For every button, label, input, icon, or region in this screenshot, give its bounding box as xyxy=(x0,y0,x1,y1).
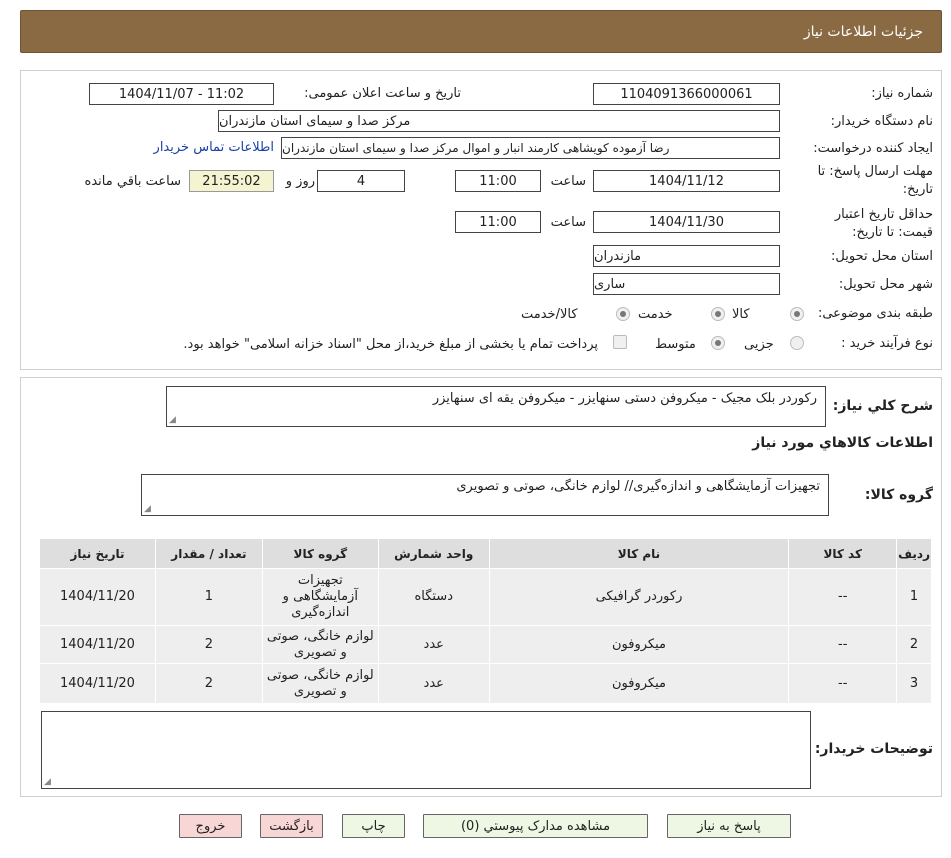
print-button[interactable]: چاپ xyxy=(342,814,405,838)
back-button[interactable]: بازگشت xyxy=(260,814,323,838)
cell-goods-group: لوازم خانگی، صوتی و تصویری xyxy=(261,625,379,664)
goods-table: رديف کد کالا نام کالا واحد شمارش گروه کا… xyxy=(39,538,932,704)
deadline-time-field: 11:00 xyxy=(455,170,541,192)
cell-item-code: -- xyxy=(788,625,898,664)
announce-datetime-field: 1404/11/07 - 11:02 xyxy=(89,83,274,105)
col-header-item-name: نام کالا xyxy=(488,538,790,569)
remaining-time-field: 21:55:02 xyxy=(189,170,274,192)
cell-item-name: میکروفون xyxy=(488,625,790,664)
goods-group-label: گروه کالا: xyxy=(864,487,933,503)
category-option-goods: کالا xyxy=(732,307,750,322)
cell-goods-group: لوازم خانگی، صوتی و تصویری xyxy=(261,663,379,704)
cell-need-date: 1404/11/20 xyxy=(39,625,156,664)
page-title: جزئیات اطلاعات نیاز xyxy=(803,23,923,40)
col-header-row-number: رديف xyxy=(896,538,932,569)
province-field: مازندران xyxy=(593,245,780,267)
days-label: روز و xyxy=(285,174,315,189)
process-radio-minor[interactable] xyxy=(790,336,804,350)
need-number-field: 1104091366000061 xyxy=(593,83,780,105)
deadline-label-line1: مهلت ارسال پاسخ: تا xyxy=(817,164,933,179)
resize-grip-icon: ◢ xyxy=(44,777,51,787)
resize-grip-icon: ◢ xyxy=(169,415,176,425)
cell-quantity: 2 xyxy=(154,663,263,704)
deadline-label-line2: تاریخ: xyxy=(902,182,933,197)
validity-label-line1: حداقل تاریخ اعتبار xyxy=(834,207,933,222)
requester-field: رضا آزموده کویشاهی کارمند انبار و اموال … xyxy=(281,137,780,159)
cell-need-date: 1404/11/20 xyxy=(39,663,156,704)
table-row: 3 -- میکروفون عدد لوازم خانگی، صوتی و تص… xyxy=(39,663,932,704)
remaining-label: ساعت باقي مانده xyxy=(84,174,181,189)
announce-label: تاریخ و ساعت اعلان عمومی: xyxy=(304,86,461,101)
cell-item-name: میکروفون xyxy=(488,663,790,704)
category-radio-goods-service[interactable] xyxy=(616,307,630,321)
goods-table-wrap: رديف کد کالا نام کالا واحد شمارش گروه کا… xyxy=(39,538,932,704)
treasury-note: پرداخت تمام یا بخشی از مبلغ خرید،از محل … xyxy=(183,337,598,352)
col-header-unit: واحد شمارش xyxy=(377,538,490,569)
table-row: 1 -- رکوردر گرافیکی دستگاه تجهیزات آزمای… xyxy=(39,568,932,626)
col-header-goods-group: گروه کالا xyxy=(261,538,379,569)
col-header-item-code: کد کالا xyxy=(788,538,898,569)
need-number-label: شماره نیاز: xyxy=(871,86,933,101)
buyer-notes-label: توضیحات خریدار: xyxy=(814,741,933,757)
category-option-service: خدمت xyxy=(638,307,673,322)
col-header-need-date: تاریخ نیاز xyxy=(39,538,156,569)
cell-unit: دستگاه xyxy=(377,568,490,626)
category-label: طبقه بندی موضوعی: xyxy=(817,306,933,321)
exit-button[interactable]: خروج xyxy=(179,814,242,838)
validity-time-label: ساعت xyxy=(550,215,586,230)
cell-unit: عدد xyxy=(377,663,490,704)
goods-info-title: اطلاعات کالاهاي مورد نياز xyxy=(752,435,933,451)
category-radio-goods[interactable] xyxy=(790,307,804,321)
validity-date-field: 1404/11/30 xyxy=(593,211,780,233)
deadline-time-label: ساعت xyxy=(550,174,586,189)
col-header-quantity: تعداد / مقدار xyxy=(154,538,263,569)
cell-item-code: -- xyxy=(788,568,898,626)
description-textarea[interactable]: رکوردر بلک مجیک - میکروفن دستی سنهایزر -… xyxy=(166,386,826,427)
goods-group-textarea[interactable]: تجهیزات آزمایشگاهی و اندازه‌گیری// لوازم… xyxy=(141,474,829,516)
city-field: ساری xyxy=(593,273,780,295)
category-option-goods-service: کالا/خدمت xyxy=(521,307,578,322)
category-radio-service[interactable] xyxy=(711,307,725,321)
deadline-date-field: 1404/11/12 xyxy=(593,170,780,192)
buyer-org-field: مرکز صدا و سیمای استان مازندران xyxy=(218,110,780,132)
table-header-row: رديف کد کالا نام کالا واحد شمارش گروه کا… xyxy=(39,538,932,569)
days-remaining-field: 4 xyxy=(317,170,405,192)
cell-quantity: 1 xyxy=(154,568,263,626)
cell-quantity: 2 xyxy=(154,625,263,664)
reply-to-need-button[interactable]: پاسخ به نیاز xyxy=(667,814,791,838)
cell-item-code: -- xyxy=(788,663,898,704)
cell-need-date: 1404/11/20 xyxy=(39,568,156,626)
description-label: شرح کلي نياز: xyxy=(832,398,933,414)
cell-unit: عدد xyxy=(377,625,490,664)
buyer-org-label: نام دستگاه خریدار: xyxy=(830,114,933,129)
resize-grip-icon: ◢ xyxy=(144,504,151,514)
description-text: رکوردر بلک مجیک - میکروفن دستی سنهایزر -… xyxy=(432,391,817,406)
validity-label-line2: قیمت: تا تاریخ: xyxy=(852,225,933,240)
table-row: 2 -- میکروفون عدد لوازم خانگی، صوتی و تص… xyxy=(39,625,932,664)
cell-goods-group: تجهیزات آزمایشگاهی و اندازه‌گیری xyxy=(261,568,379,626)
buyer-contact-link[interactable]: اطلاعات تماس خریدار xyxy=(154,140,274,155)
buyer-notes-textarea[interactable]: ◢ xyxy=(41,711,811,789)
cell-row-number: 3 xyxy=(896,663,932,704)
process-radio-medium[interactable] xyxy=(711,336,725,350)
cell-row-number: 2 xyxy=(896,625,932,664)
cell-row-number: 1 xyxy=(896,568,932,626)
cell-item-name: رکوردر گرافیکی xyxy=(488,568,790,626)
view-attachments-button[interactable]: مشاهده مدارک پیوستي (0) xyxy=(423,814,648,838)
goods-group-text: تجهیزات آزمایشگاهی و اندازه‌گیری// لوازم… xyxy=(456,479,820,494)
requester-label: ایجاد کننده درخواست: xyxy=(813,141,933,156)
validity-time-field: 11:00 xyxy=(455,211,541,233)
process-type-label: نوع فرآیند خرید : xyxy=(841,336,933,351)
province-label: استان محل تحویل: xyxy=(831,249,933,264)
page-header: جزئیات اطلاعات نیاز xyxy=(20,10,942,53)
city-label: شهر محل تحویل: xyxy=(838,277,933,292)
treasury-checkbox[interactable] xyxy=(613,335,627,349)
process-option-minor: جزیی xyxy=(744,337,774,352)
process-option-medium: متوسط xyxy=(655,337,696,352)
